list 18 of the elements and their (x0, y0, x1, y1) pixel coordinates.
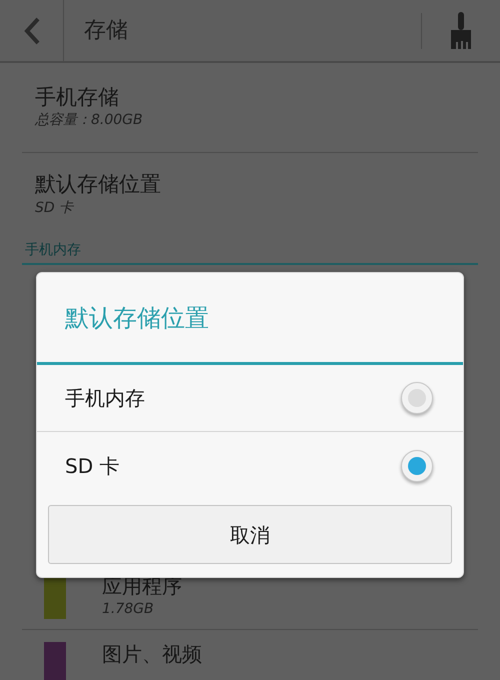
option-label: SD 卡 (65, 452, 120, 480)
option-label: 手机内存 (65, 385, 145, 412)
usage-label: 图片、视频 (102, 642, 202, 667)
default-location-title: 默认存储位置 (35, 171, 162, 198)
radio-button[interactable] (401, 450, 433, 482)
brush-icon (450, 10, 472, 50)
radio-button[interactable] (401, 382, 433, 414)
phone-storage-capacity: 总容量：8.00GB (35, 111, 144, 130)
option-row[interactable]: SD 卡 (37, 432, 463, 499)
option-row[interactable]: 手机内存 (37, 365, 463, 432)
default-location-value: SD 卡 (35, 198, 75, 218)
section-header: 手机内存 (25, 242, 81, 258)
cancel-button[interactable]: 取消 (48, 505, 452, 564)
usage-size: 1.78GB (102, 600, 155, 619)
dialog-title: 默认存储位置 (65, 302, 209, 334)
toolbar-title: 存储 (84, 17, 129, 45)
back-icon (22, 16, 42, 46)
phone-storage-title: 手机存储 (35, 84, 120, 110)
